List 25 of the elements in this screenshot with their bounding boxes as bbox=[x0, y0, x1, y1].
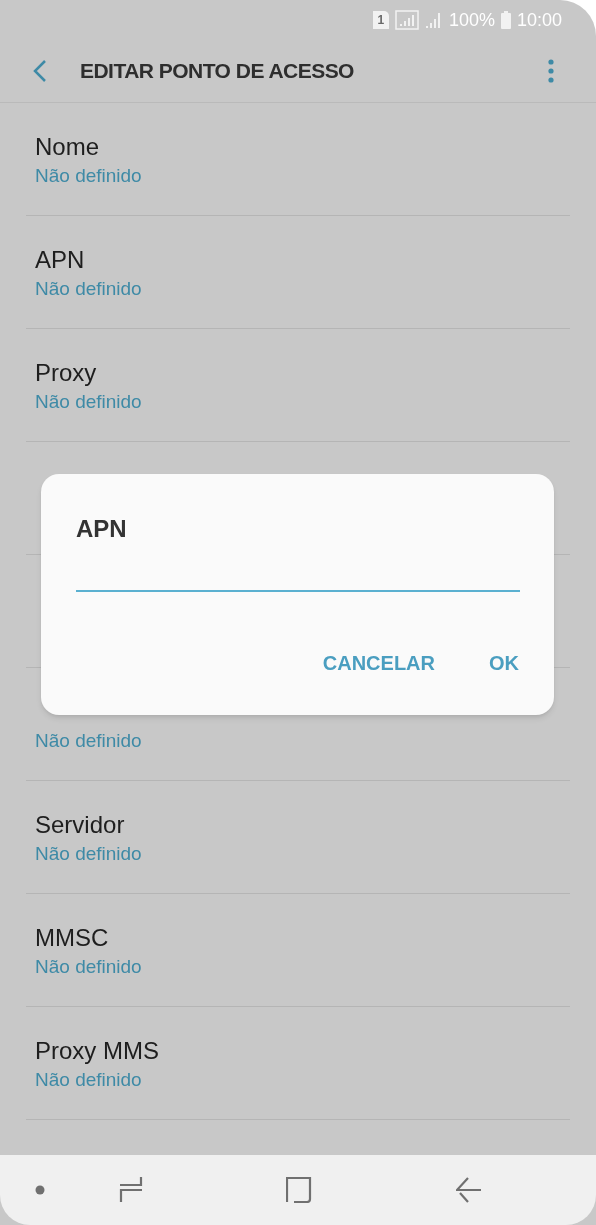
setting-title[interactable]: APN bbox=[35, 244, 85, 276]
setting-value: Não definido bbox=[35, 842, 142, 866]
setting-value: Não definido bbox=[35, 1068, 142, 1092]
setting-title[interactable]: Proxy MMS bbox=[35, 1035, 159, 1067]
dot-icon[interactable] bbox=[35, 1185, 45, 1195]
recent-apps-icon[interactable] bbox=[118, 1176, 144, 1204]
setting-value: Não definido bbox=[35, 729, 142, 753]
setting-title[interactable]: MMSC bbox=[35, 922, 109, 954]
setting-value: Não definido bbox=[35, 277, 142, 301]
setting-title[interactable]: Nome bbox=[35, 131, 100, 163]
setting-value: Não definido bbox=[35, 390, 142, 414]
more-options-icon bbox=[548, 59, 554, 83]
screen-title: EDITAR PONTO DE ACESSO bbox=[80, 58, 355, 85]
battery-icon bbox=[500, 11, 511, 29]
home-icon[interactable] bbox=[286, 1177, 312, 1203]
setting-value: Não definido bbox=[35, 164, 142, 188]
setting-title[interactable]: Proxy bbox=[35, 357, 97, 389]
setting-value: Não definido bbox=[35, 955, 142, 979]
back-icon[interactable] bbox=[456, 1177, 482, 1203]
signal-icon bbox=[424, 11, 443, 29]
back-icon bbox=[33, 59, 47, 83]
signal-icon bbox=[394, 10, 419, 30]
setting-title[interactable]: Servidor bbox=[35, 809, 125, 841]
sim-icon: 1 bbox=[372, 11, 389, 29]
dialog-title: APN bbox=[76, 514, 127, 544]
